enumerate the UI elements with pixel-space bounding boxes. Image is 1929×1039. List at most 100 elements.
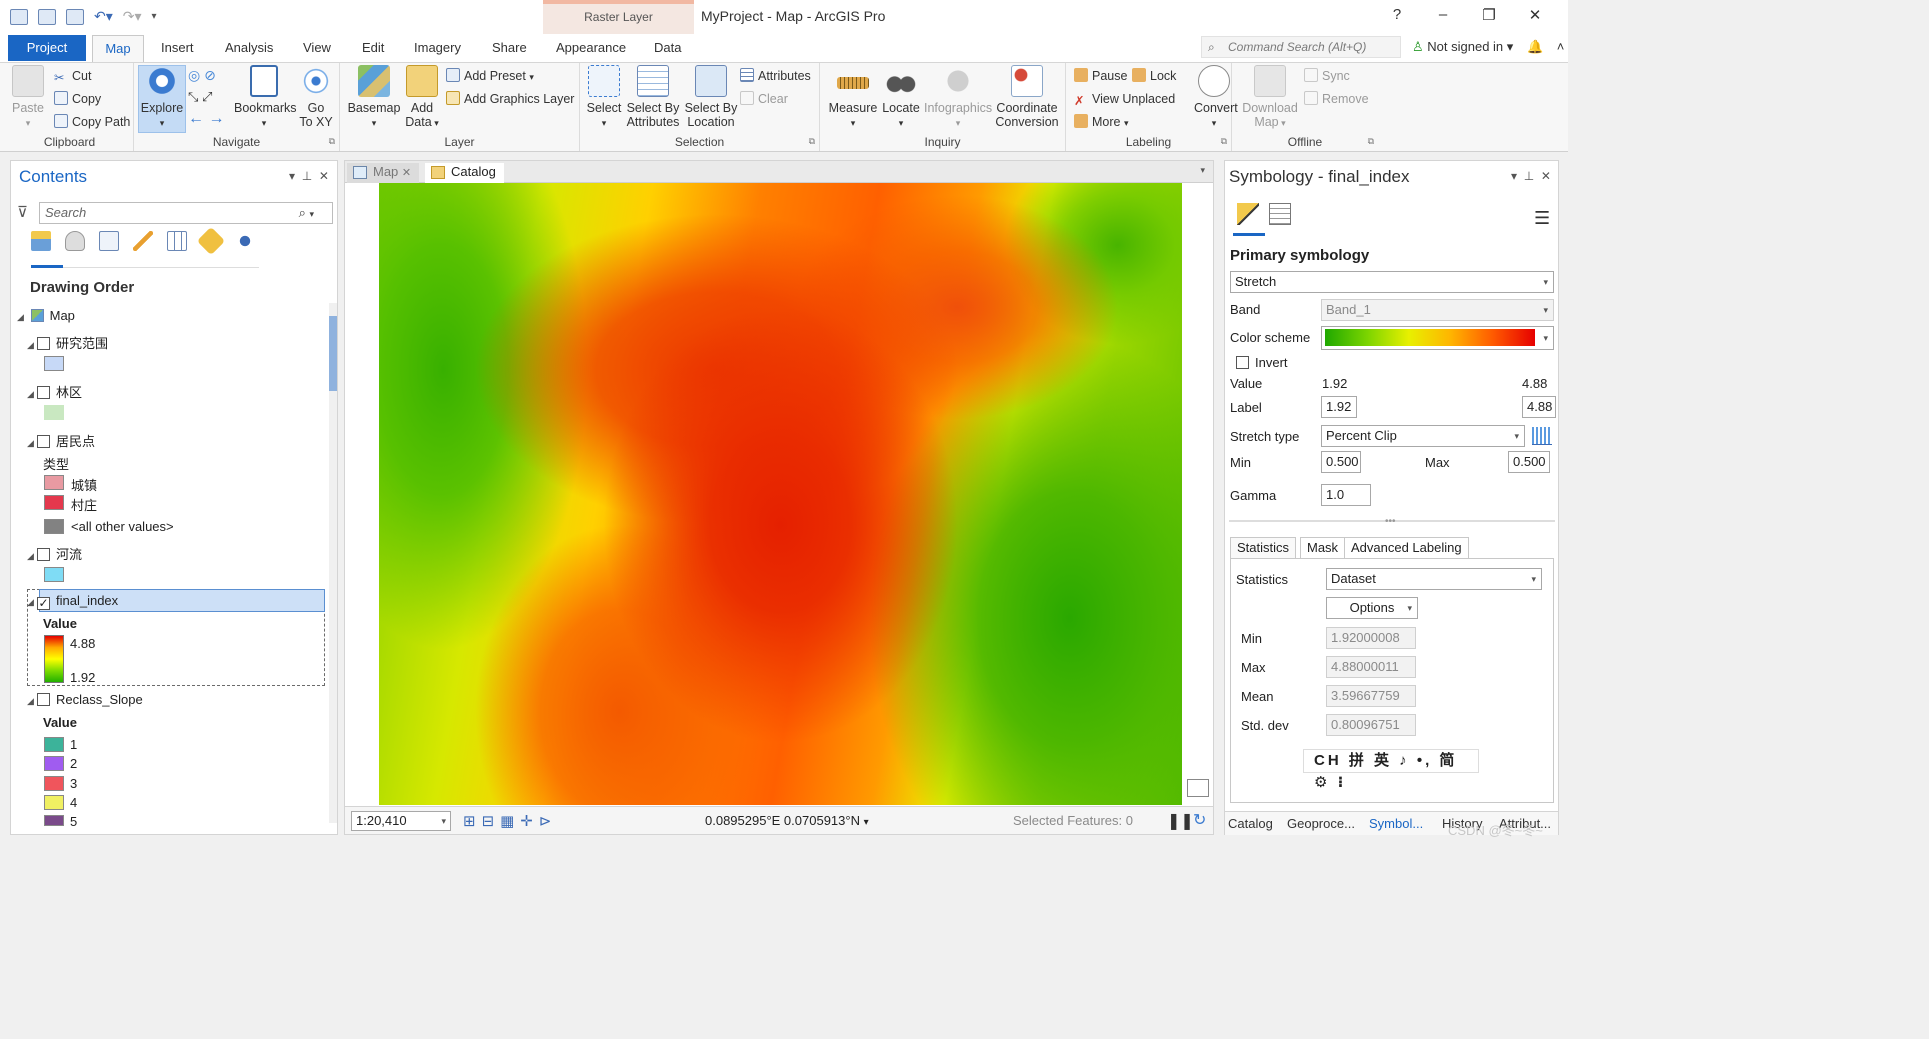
min-percent-input[interactable]: 0.500 xyxy=(1321,451,1361,473)
histogram-icon[interactable] xyxy=(1532,427,1552,445)
layer-visibility-checkbox[interactable] xyxy=(37,435,50,448)
map-status-tools-icon[interactable]: ⊞⊟▦✛⊳ xyxy=(463,812,557,830)
contents-search-input[interactable]: Search ⌕ ▾ xyxy=(39,202,333,224)
stretch-type-select[interactable]: Percent Clip ▾ xyxy=(1321,425,1525,447)
add-preset-button[interactable]: Add Preset ▾ xyxy=(446,68,534,85)
tab-analysis[interactable]: Analysis xyxy=(225,40,273,55)
basemap-button[interactable]: Basemap ▾ xyxy=(344,65,404,130)
collapse-triangle-icon[interactable]: ◢ xyxy=(27,551,37,562)
restore-button[interactable]: ❐ xyxy=(1466,6,1512,24)
layer-visibility-checkbox[interactable] xyxy=(37,337,50,350)
list-by-drawing-order-icon[interactable] xyxy=(31,231,51,251)
tab-mask[interactable]: Mask xyxy=(1300,537,1346,559)
statistics-select[interactable]: Dataset ▾ xyxy=(1326,568,1542,590)
tab-map-view[interactable]: Map ✕ xyxy=(347,163,420,183)
dialog-launcher-icon[interactable]: ⧉ xyxy=(329,136,335,147)
collapse-ribbon-icon[interactable]: ˄ xyxy=(1557,39,1565,54)
tree-map-node[interactable]: ◢ Map xyxy=(17,308,75,323)
tab-map[interactable]: Map xyxy=(92,35,144,62)
list-by-editing-icon[interactable] xyxy=(133,231,153,251)
primary-symbology-tab-icon[interactable] xyxy=(1237,203,1259,225)
menu-icon[interactable]: ☰ xyxy=(1534,208,1550,229)
collapse-triangle-icon[interactable]: ◢ xyxy=(27,438,37,449)
tab-catalog-view[interactable]: Catalog xyxy=(425,163,504,183)
previous-next-extent-icon[interactable]: ← → xyxy=(188,111,224,127)
list-by-perspective-icon[interactable] xyxy=(235,231,255,251)
max-percent-input[interactable]: 0.500 xyxy=(1508,451,1550,473)
locate-button[interactable]: Locate ▾ xyxy=(878,65,924,130)
invert-checkbox[interactable] xyxy=(1236,356,1249,369)
undo-icon[interactable]: ↶▾ xyxy=(94,8,113,25)
copy-path-button[interactable]: Copy Path xyxy=(54,114,130,130)
sync-button[interactable]: Sync xyxy=(1304,68,1350,84)
pane-options-icon[interactable]: ▾ ⊥ ✕ xyxy=(1511,169,1551,183)
tree-layer-3[interactable]: ◢ 居民点 xyxy=(27,431,95,450)
select-button[interactable]: Select ▾ xyxy=(584,65,624,130)
raster-map-canvas[interactable] xyxy=(379,183,1182,805)
tree-layer-2[interactable]: ◢ 林区 xyxy=(27,382,82,401)
band-select[interactable]: Band_1 ▾ xyxy=(1321,299,1554,321)
cut-button[interactable]: ✂ Cut xyxy=(54,68,91,85)
dock-tab-catalog[interactable]: Catalog xyxy=(1228,816,1273,831)
list-by-labeling-icon[interactable] xyxy=(196,226,226,256)
label-min-input[interactable]: 1.92 xyxy=(1321,396,1357,418)
invert-checkbox-row[interactable]: Invert xyxy=(1236,355,1288,370)
list-by-selection-icon[interactable] xyxy=(99,231,119,251)
splitter-grip-icon[interactable]: ••• xyxy=(1385,516,1396,527)
vary-symbology-tab-icon[interactable] xyxy=(1269,203,1291,225)
tab-appearance[interactable]: Appearance xyxy=(556,40,626,55)
layer-visibility-checkbox-checked[interactable]: ✓ xyxy=(37,597,50,610)
go-to-xy-button[interactable]: Go To XY xyxy=(298,65,334,129)
save-project-icon[interactable] xyxy=(66,8,84,25)
command-search-input[interactable]: ⌕ Command Search (Alt+Q) xyxy=(1201,36,1401,58)
collapse-triangle-icon[interactable]: ◢ xyxy=(27,597,37,608)
scale-dropdown[interactable]: 1:20,410 ▾ xyxy=(351,811,451,831)
tab-view[interactable]: View xyxy=(303,40,331,55)
minimize-button[interactable]: – xyxy=(1420,6,1466,24)
add-graphics-layer-button[interactable]: Add Graphics Layer xyxy=(446,91,574,107)
basemap-gallery-icon[interactable] xyxy=(1187,779,1209,797)
tab-advanced-labeling[interactable]: Advanced Labeling xyxy=(1344,537,1469,559)
tab-statistics[interactable]: Statistics xyxy=(1230,537,1297,559)
paste-button[interactable]: Paste ▾ xyxy=(10,65,46,130)
coordinate-readout[interactable]: 0.0895295°E 0.0705913°N ▾ xyxy=(705,813,869,828)
view-list-dropdown-icon[interactable]: ▾ xyxy=(1200,165,1205,176)
open-project-icon[interactable] xyxy=(38,8,56,25)
bookmarks-button[interactable]: Bookmarks ▾ xyxy=(234,65,297,130)
layer-visibility-checkbox[interactable] xyxy=(37,386,50,399)
tree-layer-reclass-slope[interactable]: ◢ Reclass_Slope xyxy=(27,692,143,707)
dock-tab-geoprocessing[interactable]: Geoproce... xyxy=(1287,816,1355,831)
account-menu[interactable]: ♙ Not signed in ▾ 🔔 ˄ xyxy=(1412,39,1564,55)
notification-bell-icon[interactable]: 🔔 xyxy=(1527,39,1543,54)
clear-button[interactable]: Clear xyxy=(740,91,788,107)
tree-layer-final-index[interactable]: ◢ ✓ final_index xyxy=(27,593,118,610)
filter-icon[interactable]: ⊽ xyxy=(17,203,28,221)
full-extent-icon[interactable]: ◎ ⊘ xyxy=(188,67,216,83)
tab-data[interactable]: Data xyxy=(654,40,681,55)
download-map-button[interactable]: Download Map ▾ xyxy=(1238,65,1302,130)
measure-button[interactable]: Measure ▾ xyxy=(826,65,880,130)
customize-icon[interactable]: ▾ xyxy=(152,11,157,22)
layer-visibility-checkbox[interactable] xyxy=(37,693,50,706)
new-project-icon[interactable] xyxy=(10,8,28,25)
select-by-attributes-button[interactable]: Select By Attributes xyxy=(624,65,682,129)
pause-drawing-icon[interactable]: ❚❚ xyxy=(1167,811,1194,831)
dock-tab-symbology[interactable]: Symbol... xyxy=(1369,816,1423,831)
redo-icon[interactable]: ↷▾ xyxy=(123,8,142,25)
refresh-icon[interactable]: ↻ xyxy=(1193,810,1206,830)
tree-layer-4[interactable]: ◢ 河流 xyxy=(27,544,82,563)
convert-labels-button[interactable]: Convert ▾ xyxy=(1194,65,1238,130)
pane-options-icon[interactable]: ▾ ⊥ ✕ xyxy=(289,169,329,183)
pause-labels-button[interactable]: Pause xyxy=(1074,68,1127,84)
options-button[interactable]: Options ▾ xyxy=(1326,597,1418,619)
collapse-triangle-icon[interactable]: ◢ xyxy=(17,312,27,323)
layer-visibility-checkbox[interactable] xyxy=(37,548,50,561)
explore-button[interactable]: Explore ▾ xyxy=(138,65,186,130)
add-data-button[interactable]: Add Data ▾ xyxy=(404,65,440,130)
attributes-button[interactable]: Attributes xyxy=(740,68,811,84)
input-method-toolbar[interactable]: CH 拼 英 ♪ •, 简 ⚙ ⁝ xyxy=(1303,749,1479,791)
collapse-triangle-icon[interactable]: ◢ xyxy=(27,696,37,707)
collapse-triangle-icon[interactable]: ◢ xyxy=(27,389,37,400)
dialog-launcher-icon[interactable]: ⧉ xyxy=(1221,136,1227,147)
tab-project[interactable]: Project xyxy=(8,35,86,61)
